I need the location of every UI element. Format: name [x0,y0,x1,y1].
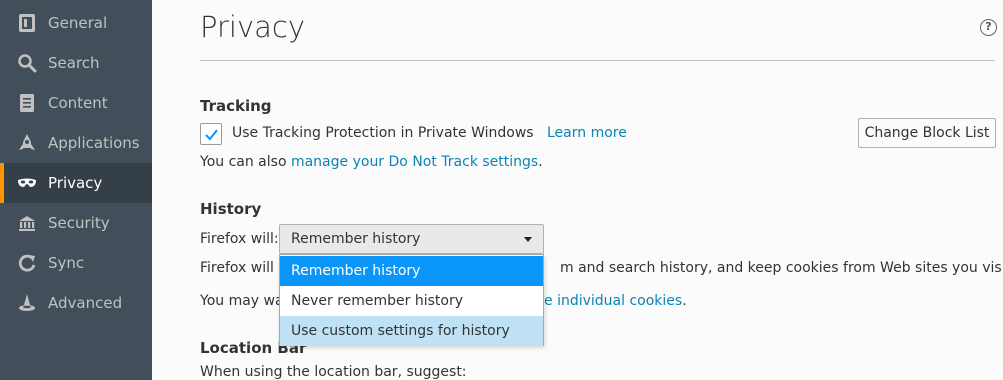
sidebar-item-advanced[interactable]: Advanced [0,283,152,323]
divider [200,60,995,61]
sidebar-item-label: Applications [48,134,140,152]
sidebar-item-sync[interactable]: Sync [0,243,152,283]
sidebar-item-label: Search [48,54,100,72]
sidebar-item-general[interactable]: General [0,3,152,43]
tracking-protection-label[interactable]: Use Tracking Protection in Private Windo… [232,125,534,141]
help-icon[interactable]: ? [980,19,997,36]
sidebar-item-security[interactable]: Security [0,203,152,243]
sync-icon [16,253,38,273]
option-custom-settings[interactable]: Use custom settings for history [280,316,543,346]
dnt-prefix: You can also [200,154,291,170]
history-desc-left: Firefox will r [200,260,285,276]
change-block-list-button[interactable]: Change Block List [858,118,996,148]
option-remember-history[interactable]: Remember history [280,256,543,286]
individual-cookies-link[interactable]: e individual cookies [544,293,682,309]
general-icon [16,13,38,33]
sidebar-item-label: Sync [48,254,85,272]
history-desc-right: m and search history, and keep cookies f… [560,260,1003,276]
dnt-suffix: . [538,154,543,170]
history-mode-value: Remember history [291,231,421,247]
sidebar: General Search Content Applications Priv… [0,0,152,380]
privacy-mask-icon [16,173,38,193]
option-never-remember-history[interactable]: Never remember history [280,286,543,316]
dnt-text: You can also manage your Do Not Track se… [200,154,543,170]
history-mode-select[interactable]: Remember history [279,224,544,254]
history-mode-dropdown: Remember history Never remember history … [279,254,544,346]
sidebar-item-label: Security [48,214,110,232]
may-text-right: e individual cookies. [544,293,687,309]
may-suffix: . [682,293,687,309]
content-icon [16,93,38,113]
sidebar-item-label: Advanced [48,294,123,312]
sidebar-item-label: Content [48,94,108,112]
learn-more-link[interactable]: Learn more [547,125,627,141]
sidebar-item-privacy[interactable]: Privacy [0,163,152,203]
firefox-will-label: Firefox will: [200,231,279,247]
applications-icon [16,133,38,153]
search-icon [16,53,38,73]
advanced-icon [16,293,38,313]
may-text-left: You may wa [200,293,284,309]
checkmark-icon [205,129,218,141]
sidebar-item-label: General [48,14,108,32]
location-bar-desc: When using the location bar, suggest: [200,364,467,380]
main-content: Privacy ? Tracking Use Tracking Protecti… [152,0,1003,380]
sidebar-item-label: Privacy [48,174,103,192]
history-section-title: History [200,200,262,218]
dnt-settings-link[interactable]: manage your Do Not Track settings [291,154,538,170]
page-title: Privacy [200,10,305,44]
chevron-down-icon [524,237,532,242]
sidebar-item-search[interactable]: Search [0,43,152,83]
tracking-protection-checkbox[interactable] [200,123,222,145]
sidebar-item-applications[interactable]: Applications [0,123,152,163]
security-icon [16,213,38,233]
sidebar-item-content[interactable]: Content [0,83,152,123]
tracking-section-title: Tracking [200,97,272,115]
